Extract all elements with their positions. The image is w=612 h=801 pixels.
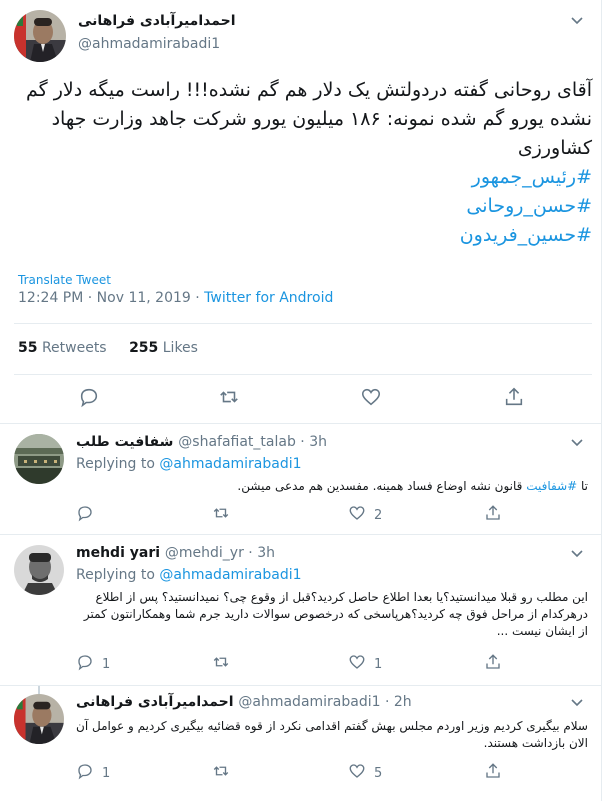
replying-to-link[interactable]: @ahmadamirabadi1 bbox=[159, 567, 301, 583]
avatar[interactable] bbox=[14, 434, 64, 484]
reply-author-handle[interactable]: @mehdi_yr · 3h bbox=[165, 545, 275, 561]
reply-text-prefix: تا bbox=[577, 479, 588, 493]
reply-action-bar: 1 5 bbox=[76, 762, 588, 786]
retweet-button[interactable] bbox=[212, 504, 238, 526]
like-count: 5 bbox=[374, 765, 383, 781]
timestamp[interactable]: 12:24 PM · Nov 11, 2019 · bbox=[18, 290, 204, 306]
chevron-down-icon[interactable] bbox=[570, 696, 584, 712]
like-button[interactable] bbox=[360, 386, 382, 412]
like-button[interactable]: 2 bbox=[348, 504, 382, 526]
replying-to-label: Replying to bbox=[76, 567, 160, 583]
reply-tweet[interactable]: شفافیت طلب @shafafiat_talab · 3h Replyin… bbox=[0, 423, 602, 533]
share-icon bbox=[503, 386, 525, 412]
reply-icon bbox=[76, 762, 94, 784]
reply-button[interactable] bbox=[78, 386, 100, 412]
avatar[interactable] bbox=[14, 545, 64, 595]
avatar[interactable] bbox=[14, 10, 66, 62]
reply-author-name[interactable]: شفافیت طلب bbox=[76, 434, 173, 450]
reply-button[interactable]: 1 bbox=[76, 762, 110, 784]
share-icon bbox=[484, 653, 502, 675]
reply-author-handle[interactable]: @ahmadamirabadi1 · 2h bbox=[238, 694, 411, 710]
reply-author[interactable]: شفافیت طلب @shafafiat_talab · 3h bbox=[76, 434, 327, 450]
heart-icon bbox=[348, 504, 366, 526]
reply-author[interactable]: احمدامیرآبادی فراهانی @ahmadamirabadi1 ·… bbox=[76, 694, 412, 710]
reply-author-name[interactable]: احمدامیرآبادی فراهانی bbox=[76, 694, 234, 710]
reply-button[interactable]: 1 bbox=[76, 653, 110, 675]
reply-author[interactable]: mehdi yari @mehdi_yr · 3h bbox=[76, 545, 275, 561]
divider bbox=[14, 323, 592, 324]
chevron-down-icon[interactable] bbox=[570, 547, 584, 563]
retweet-button[interactable] bbox=[212, 762, 238, 784]
like-button[interactable]: 1 bbox=[348, 653, 382, 675]
source-link[interactable]: Twitter for Android bbox=[204, 290, 333, 306]
like-count: 2 bbox=[374, 507, 383, 523]
tweet-detail-page: احمدامیرآبادی فراهانی @ahmadamirabadi1 آ… bbox=[0, 0, 602, 801]
reply-author-name[interactable]: mehdi yari bbox=[76, 545, 160, 561]
author-handle[interactable]: @ahmadamirabadi1 bbox=[78, 36, 220, 52]
likes-count[interactable]: 255 bbox=[129, 340, 158, 356]
hashtag-link[interactable]: #رئیس_جمهور bbox=[12, 163, 592, 192]
share-icon bbox=[484, 504, 502, 526]
retweet-icon bbox=[212, 504, 230, 526]
reply-tweet[interactable]: احمدامیرآبادی فراهانی @ahmadamirabadi1 ·… bbox=[0, 685, 602, 801]
translate-tweet-link[interactable]: Translate Tweet bbox=[18, 273, 111, 287]
retweet-button[interactable] bbox=[212, 653, 238, 675]
replying-to: Replying to @ahmadamirabadi1 bbox=[76, 456, 302, 472]
share-button[interactable] bbox=[484, 762, 502, 784]
engagement-stats: 55 Retweets 255 Likes bbox=[18, 340, 198, 356]
retweet-icon bbox=[218, 386, 240, 412]
heart-icon bbox=[348, 653, 366, 675]
tweet-text: آقای روحانی گفته دردولتش یک دلار هم گم ن… bbox=[12, 76, 592, 250]
reply-count: 1 bbox=[102, 656, 111, 672]
chevron-down-icon[interactable] bbox=[570, 14, 584, 30]
likes-label[interactable]: Likes bbox=[163, 340, 198, 356]
replying-to: Replying to @ahmadamirabadi1 bbox=[76, 567, 302, 583]
main-tweet-header: احمدامیرآبادی فراهانی @ahmadamirabadi1 bbox=[0, 0, 602, 70]
retweets-label[interactable]: Retweets bbox=[42, 340, 107, 356]
tweet-meta: 12:24 PM · Nov 11, 2019 · Twitter for An… bbox=[18, 290, 333, 306]
like-count: 1 bbox=[374, 656, 383, 672]
heart-icon bbox=[348, 762, 366, 784]
retweets-count[interactable]: 55 bbox=[18, 340, 37, 356]
reply-action-bar: 1 1 bbox=[76, 653, 588, 677]
chevron-down-icon[interactable] bbox=[570, 436, 584, 452]
reply-text: سلام بیگیری کردیم وزیر اوردم مجلس بهش گف… bbox=[76, 719, 588, 750]
hashtag-link[interactable]: #حسن_روحانی bbox=[12, 192, 592, 221]
reply-button[interactable] bbox=[76, 504, 102, 526]
hashtag-link[interactable]: #حسین_فریدون bbox=[12, 221, 592, 250]
reply-author-handle[interactable]: @shafafiat_talab · 3h bbox=[178, 434, 327, 450]
reply-icon bbox=[76, 504, 94, 526]
reply-tweet[interactable]: mehdi yari @mehdi_yr · 3h Replying to @a… bbox=[0, 534, 602, 684]
replying-to-link[interactable]: @ahmadamirabadi1 bbox=[159, 456, 301, 472]
reply-action-bar: 2 bbox=[76, 504, 588, 528]
share-button[interactable] bbox=[484, 653, 502, 675]
thread-line bbox=[38, 686, 40, 694]
main-action-bar bbox=[0, 386, 602, 410]
heart-icon bbox=[360, 386, 382, 412]
author-name[interactable]: احمدامیرآبادی فراهانی bbox=[78, 13, 236, 29]
share-icon bbox=[484, 762, 502, 784]
retweet-button[interactable] bbox=[218, 386, 240, 412]
reply-count: 1 bbox=[102, 765, 111, 781]
replying-to-label: Replying to bbox=[76, 456, 160, 472]
reply-text: تا #شفافیت قانون نشه اوضاع فساد همینه. م… bbox=[76, 478, 588, 495]
share-button[interactable] bbox=[503, 386, 525, 412]
reply-icon bbox=[78, 386, 100, 412]
retweet-icon bbox=[212, 762, 230, 784]
share-button[interactable] bbox=[484, 504, 502, 526]
retweet-icon bbox=[212, 653, 230, 675]
hashtag-link[interactable]: #شفافیت bbox=[526, 479, 577, 493]
tweet-body: آقای روحانی گفته دردولتش یک دلار هم گم ن… bbox=[25, 79, 592, 159]
reply-icon bbox=[76, 653, 94, 675]
reply-text-rest: قانون نشه اوضاع فساد همینه. مفسدین هم مد… bbox=[237, 479, 527, 493]
like-button[interactable]: 5 bbox=[348, 762, 382, 784]
avatar[interactable] bbox=[14, 694, 64, 744]
reply-text: این مطلب رو قبلا میدانستید؟یا بعدا اطلاع… bbox=[83, 590, 588, 638]
divider bbox=[14, 374, 592, 375]
